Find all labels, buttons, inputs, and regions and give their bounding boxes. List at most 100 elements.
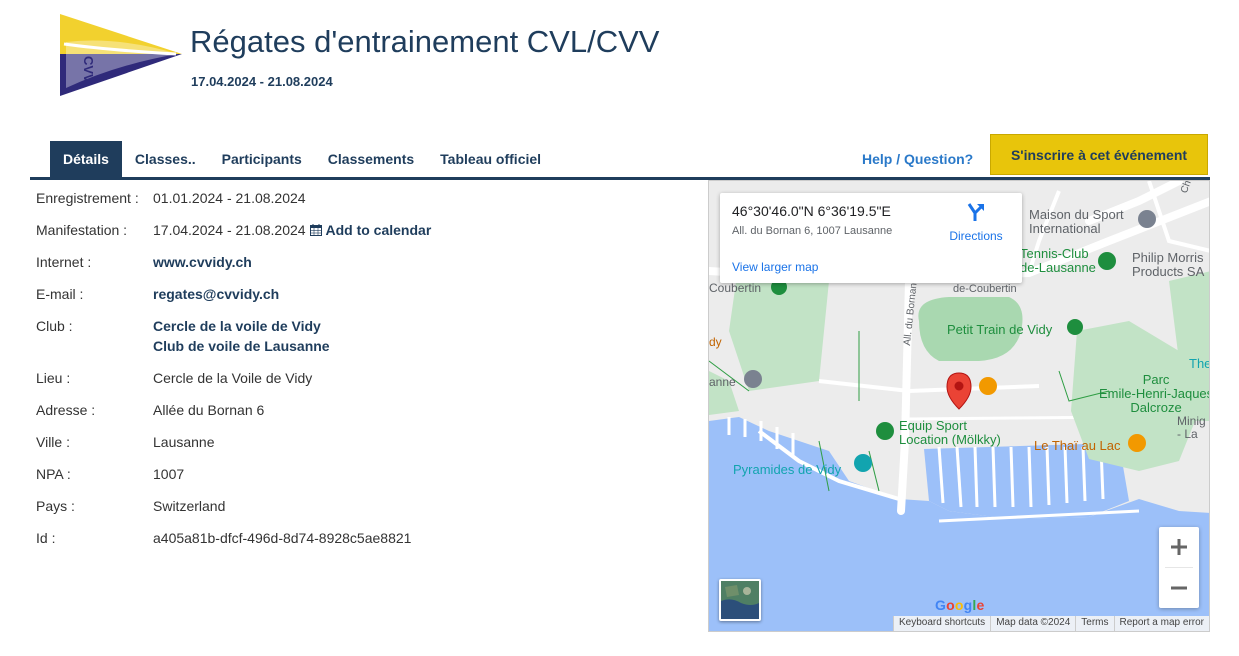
- address-value: Allée du Bornan 6: [153, 402, 265, 418]
- tennis-line-2: de-Lausanne: [1020, 260, 1096, 275]
- parc-line-2: Emile-Henri-Jaques: [1099, 386, 1210, 401]
- svg-text:CVV: CVV: [81, 56, 96, 83]
- detail-row-id: Id : a405a81b-dfcf-496d-8d74-8928c5ae882…: [36, 528, 431, 560]
- detail-row-registration: Enregistrement : 01.01.2024 - 21.08.2024: [36, 188, 431, 220]
- club-link-cvv[interactable]: Cercle de la voile de Vidy: [153, 316, 330, 336]
- cvv-logo: CVV: [60, 14, 182, 96]
- event-dates: 17.04.2024 - 21.08.2024: [191, 74, 333, 89]
- venue-label: Lieu :: [36, 370, 71, 386]
- map-label-the: The: [1189, 356, 1210, 371]
- city-value: Lausanne: [153, 434, 215, 450]
- tab-rankings[interactable]: Classements: [315, 141, 427, 177]
- minus-icon: [1171, 586, 1187, 590]
- event-label: Manifestation :: [36, 222, 128, 238]
- zip-value: 1007: [153, 466, 185, 482]
- terms-link[interactable]: Terms: [1075, 616, 1113, 631]
- tab-classes[interactable]: Classes..: [122, 141, 209, 177]
- tab-details[interactable]: Détails: [50, 141, 122, 177]
- map-label-equip: Equip Sport Location (Mölkky): [899, 419, 1001, 447]
- pyramides-icon[interactable]: [854, 454, 872, 472]
- internet-label: Internet :: [36, 254, 92, 270]
- calendar-icon[interactable]: [309, 224, 322, 236]
- detail-row-event: Manifestation : 17.04.2024 - 21.08.2024 …: [36, 220, 431, 252]
- maison-sport-line-2: International: [1029, 221, 1101, 236]
- add-to-calendar-link[interactable]: Add to calendar: [325, 222, 431, 238]
- map-label-coubertin-left: Coubertin: [709, 281, 762, 295]
- event-value-wrap: 17.04.2024 - 21.08.2024 Add to calendar: [153, 220, 431, 252]
- minig-line-2: - La: [1177, 427, 1198, 441]
- country-label: Pays :: [36, 498, 75, 514]
- minig-line-1: Minig: [1177, 414, 1206, 428]
- id-value: a405a81b-dfcf-496d-8d74-8928c5ae8821: [153, 530, 412, 546]
- email-label: E-mail :: [36, 286, 84, 302]
- map-info-card: 46°30'46.0"N 6°36'19.5"E All. du Bornan …: [720, 193, 1022, 283]
- lausanne-poi-icon[interactable]: [744, 370, 762, 388]
- embedded-map[interactable]: Maison du Sport International Tennis-Club…: [708, 180, 1210, 632]
- club-link-cvl[interactable]: Club de voile de Lausanne: [153, 336, 330, 356]
- zoom-out-button[interactable]: [1159, 568, 1199, 608]
- parc-line-1: Parc: [1142, 372, 1170, 387]
- detail-row-internet: Internet : www.cvvidy.ch: [36, 252, 431, 284]
- map-label-pyramides: Pyramides de Vidy: [733, 462, 842, 477]
- maison-sport-line-1: Maison du Sport: [1029, 207, 1124, 222]
- equip-line-2: Location (Mölkky): [899, 432, 1001, 447]
- registration-value: 01.01.2024 - 21.08.2024: [153, 190, 306, 206]
- satellite-thumbnail-icon: [721, 581, 759, 619]
- tennis-line-1: Tennis-Club: [1020, 246, 1089, 261]
- parc-line-3: Dalcroze: [1130, 400, 1182, 415]
- detail-row-address: Adresse : Allée du Bornan 6: [36, 400, 431, 432]
- zoom-in-button[interactable]: [1159, 527, 1199, 567]
- google-logo: Google: [935, 597, 985, 613]
- directions-label: Directions: [949, 229, 1003, 243]
- maison-sport-icon[interactable]: [1138, 210, 1156, 228]
- directions-icon: [967, 203, 984, 221]
- map-attribution-bar: Keyboard shortcuts Map data ©2024 Terms …: [893, 616, 1209, 631]
- country-value: Switzerland: [153, 498, 226, 514]
- zoom-controls: [1159, 527, 1199, 608]
- city-label: Ville :: [36, 434, 70, 450]
- map-label-petit-train: Petit Train de Vidy: [947, 322, 1053, 337]
- detail-row-club: Club : Cercle de la voile de Vidy Club d…: [36, 316, 431, 368]
- detail-row-city: Ville : Lausanne: [36, 432, 431, 464]
- view-larger-map-link[interactable]: View larger map: [732, 260, 818, 274]
- detail-row-email: E-mail : regates@cvvidy.ch: [36, 284, 431, 316]
- email-link[interactable]: regates@cvvidy.ch: [153, 284, 279, 304]
- equip-sport-icon[interactable]: [876, 422, 894, 440]
- event-details: Enregistrement : 01.01.2024 - 21.08.2024…: [36, 188, 431, 560]
- map-coordinates: 46°30'46.0"N 6°36'19.5"E: [732, 203, 891, 219]
- restaurant-icon[interactable]: [979, 377, 997, 395]
- map-label-tennis: Tennis-Club de-Lausanne: [1020, 247, 1096, 275]
- tennis-club-icon[interactable]: [1098, 252, 1116, 270]
- map-label-dy: dy: [709, 335, 722, 349]
- register-button[interactable]: S'inscrire à cet événement: [990, 134, 1208, 175]
- map-label-minig: Minig - La: [1177, 415, 1206, 441]
- club-label: Club :: [36, 318, 73, 334]
- plus-icon: [1171, 539, 1187, 555]
- map-label-thai: Le Thaï au Lac: [1034, 438, 1121, 453]
- thai-restaurant-icon[interactable]: [1128, 434, 1146, 452]
- philip-line-2: Products SA: [1132, 264, 1205, 279]
- map-label-parc: Parc Emile-Henri-Jaques Dalcroze: [1099, 372, 1210, 415]
- map-label-philip: Philip Morris Products SA: [1132, 251, 1204, 279]
- equip-line-1: Equip Sport: [899, 418, 967, 433]
- venue-value: Cercle de la Voile de Vidy: [153, 370, 313, 386]
- report-map-error-link[interactable]: Report a map error: [1113, 616, 1209, 631]
- map-label-lausanne: anne: [709, 375, 736, 389]
- website-link[interactable]: www.cvvidy.ch: [153, 252, 252, 272]
- map-address: All. du Bornan 6, 1007 Lausanne: [732, 225, 893, 237]
- event-title: Régates d'entrainement CVL/CVV: [190, 24, 660, 59]
- help-link[interactable]: Help / Question?: [862, 151, 973, 167]
- map-data-credit: Map data ©2024: [990, 616, 1075, 631]
- detail-row-country: Pays : Switzerland: [36, 496, 431, 528]
- tab-participants[interactable]: Participants: [209, 141, 315, 177]
- map-label-coubertin-road: de-Coubertin: [953, 283, 1017, 295]
- petit-train-icon[interactable]: [1067, 319, 1083, 335]
- address-label: Adresse :: [36, 402, 96, 418]
- map-label-maison-sport: Maison du Sport International: [1029, 208, 1124, 236]
- keyboard-shortcuts-link[interactable]: Keyboard shortcuts: [893, 616, 990, 631]
- tab-official-board[interactable]: Tableau officiel: [427, 141, 554, 177]
- directions-button[interactable]: Directions: [946, 201, 1006, 243]
- satellite-toggle[interactable]: [719, 579, 761, 621]
- registration-label: Enregistrement :: [36, 190, 139, 206]
- id-label: Id :: [36, 530, 56, 546]
